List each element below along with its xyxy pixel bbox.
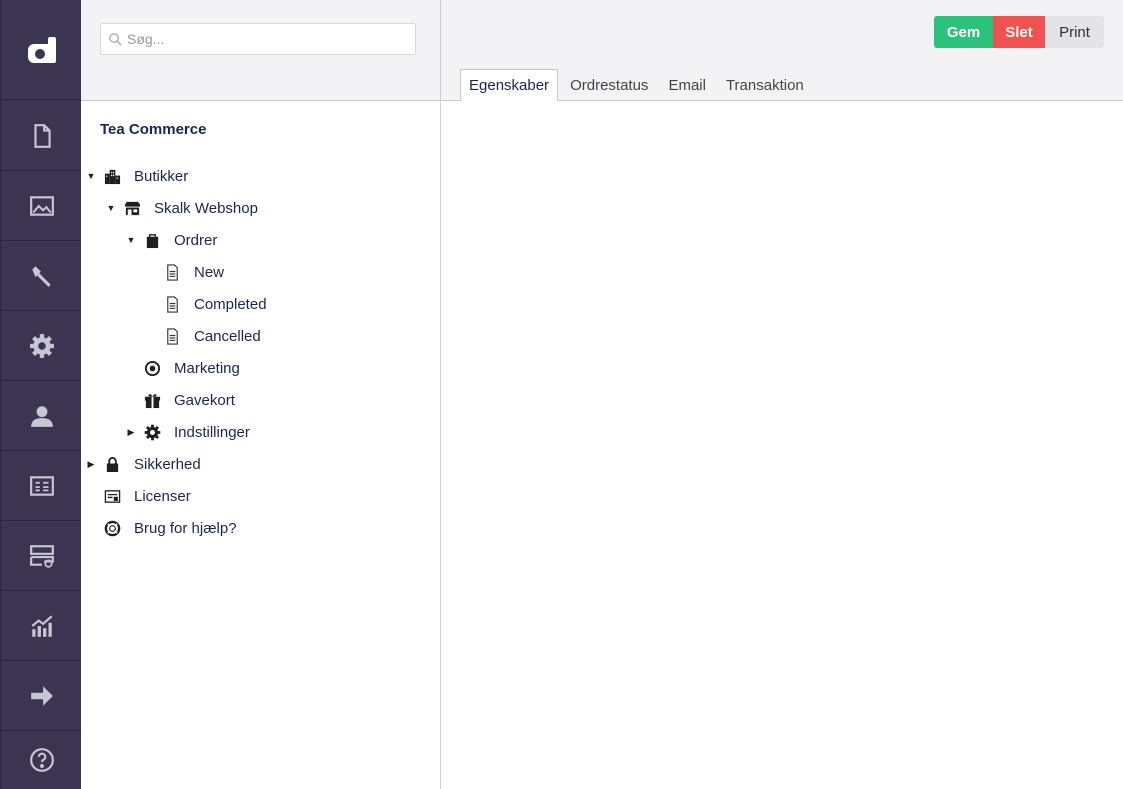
tree-label: Skalk Webshop (154, 199, 258, 217)
tree-node-help[interactable]: Brug for hjælp? (86, 514, 237, 542)
tree-panel: Tea Commerce ▼ Butikker ▼ Skalk Webshop … (81, 0, 441, 789)
editor-header: Gem Slet Print Egenskaber Ordrestatus Em… (441, 0, 1123, 102)
lock-icon (102, 454, 122, 474)
rail-members[interactable] (1, 451, 82, 521)
store-icon (122, 198, 142, 218)
tree-label: Cancelled (194, 327, 261, 345)
search-box[interactable] (100, 23, 416, 55)
gear-icon (142, 422, 162, 442)
forms-icon (29, 544, 54, 568)
tree-label: New (194, 263, 225, 281)
gift-icon (142, 390, 162, 410)
document-icon (33, 123, 51, 148)
button-group: Gem Slet Print (934, 16, 1104, 48)
gear-icon (29, 333, 54, 358)
tab-egenskaber[interactable]: Egenskaber (460, 69, 559, 102)
tree-label: Completed (194, 295, 267, 313)
buildings-icon (102, 166, 122, 186)
rail-settings[interactable] (1, 311, 82, 381)
image-icon (29, 195, 54, 216)
tree-node-butikker[interactable]: ▼ Butikker (86, 162, 189, 190)
document-icon (162, 294, 182, 314)
section-rail (0, 0, 82, 789)
tree-label: Butikker (134, 167, 189, 185)
wrench-icon (31, 265, 51, 287)
rail-settings-wrench[interactable] (1, 241, 82, 311)
user-icon (30, 405, 53, 427)
tree-label: Marketing (174, 359, 240, 377)
document-icon (162, 262, 182, 282)
rail-media[interactable] (1, 171, 82, 241)
tree-label: Indstillinger (174, 423, 250, 441)
tree-header (81, 0, 440, 101)
caret-down-icon[interactable]: ▼ (106, 203, 116, 213)
tab-email[interactable]: Email (660, 69, 714, 101)
tree-node-new[interactable]: New (146, 258, 224, 286)
search-input[interactable] (127, 31, 407, 47)
tree-label: Brug for hjælp? (134, 519, 237, 537)
save-button[interactable]: Gem (934, 16, 993, 48)
caret-down-icon[interactable]: ▼ (86, 171, 96, 181)
rail-forms[interactable] (1, 521, 82, 591)
print-button[interactable]: Print (1045, 16, 1104, 48)
tree-label: Sikkerhed (134, 455, 201, 473)
rail-analytics[interactable] (1, 591, 82, 661)
tree-node-cancelled[interactable]: Cancelled (146, 322, 261, 350)
tab-transaktion[interactable]: Transaktion (718, 69, 812, 101)
logo[interactable] (1, 0, 82, 100)
rail-users[interactable] (1, 381, 82, 451)
caret-right-icon[interactable]: ▶ (86, 459, 96, 470)
tree-node-marketing[interactable]: Marketing (126, 354, 240, 382)
target-icon (142, 358, 162, 378)
delete-button[interactable]: Slet (993, 16, 1045, 48)
document-icon (162, 326, 182, 346)
tree-node-ordrer[interactable]: ▼ Ordrer (126, 226, 218, 254)
logo-icon (27, 36, 56, 63)
tab-bar: Egenskaber Ordrestatus Email Transaktion (460, 69, 816, 102)
arrow-right-icon (30, 685, 53, 706)
shopping-bag-icon (142, 230, 162, 250)
tree-node-indstillinger[interactable]: ▶ Indstillinger (126, 418, 250, 446)
tree-node-gavekort[interactable]: Gavekort (126, 386, 235, 414)
caret-down-icon[interactable]: ▼ (126, 235, 136, 245)
tree-label: Licenser (134, 487, 191, 505)
license-icon (102, 486, 122, 506)
help-icon (29, 748, 54, 772)
tab-ordrestatus[interactable]: Ordrestatus (562, 69, 656, 101)
tree-node-sikkerhed[interactable]: ▶ Sikkerhed (86, 450, 201, 478)
caret-right-icon[interactable]: ▶ (126, 427, 136, 438)
tree-label: Gavekort (174, 391, 235, 409)
search-icon (109, 32, 122, 46)
tree-title: Tea Commerce (100, 121, 207, 138)
editor-content (441, 101, 1123, 789)
rail-content[interactable] (1, 101, 82, 171)
tree-node-skalk-webshop[interactable]: ▼ Skalk Webshop (106, 194, 258, 222)
tree-node-licenser[interactable]: Licenser (86, 482, 191, 510)
rail-redirect[interactable] (1, 661, 82, 731)
analytics-icon (31, 614, 52, 637)
tree-label: Ordrer (174, 231, 218, 249)
lifebuoy-icon (102, 518, 122, 538)
contact-card-icon (29, 475, 54, 496)
tree-node-completed[interactable]: Completed (146, 290, 267, 318)
rail-help[interactable] (1, 731, 82, 789)
